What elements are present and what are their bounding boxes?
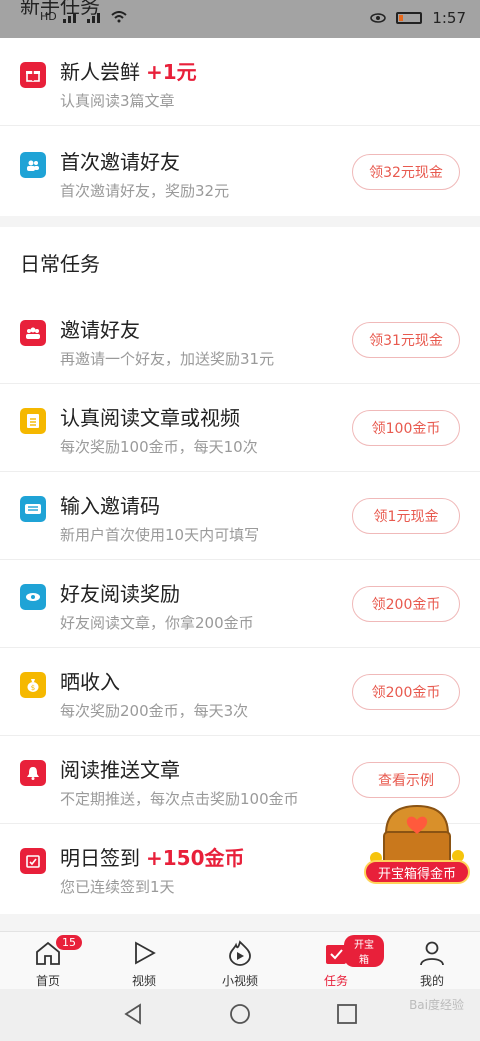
watermark: Bai度经验 (409, 998, 464, 1012)
back-icon[interactable] (122, 1003, 144, 1025)
play-icon (135, 941, 156, 965)
task-subtitle: 首次邀请好友，奖励32元 (60, 182, 230, 200)
daily-tasks-heading: 日常任务 (20, 252, 100, 276)
task-subtitle: 新用户首次使用10天内可填写 (60, 526, 260, 544)
claim-100-coins-button[interactable]: 领100金币 (352, 410, 460, 446)
tab-label: 任务 (323, 974, 348, 988)
task-title: 好友阅读奖励 (60, 582, 180, 606)
task-title: 邀请好友 (60, 318, 140, 342)
bottom-tab-bar: 15 首页 视频 小视频 开宝箱 任务 我的 (0, 931, 480, 989)
home-circle-icon[interactable] (229, 1003, 251, 1025)
task-subtitle: 好友阅读文章，你拿200金币 (60, 614, 254, 632)
task-title: 新人尝鲜 +1元 (60, 60, 197, 84)
task-title: 认真阅读文章或视频 (60, 406, 240, 430)
tab-video[interactable]: 视频 (96, 932, 192, 990)
bell-icon (20, 760, 46, 786)
task-row-invite-friends[interactable]: 邀请好友 再邀请一个好友，加送奖励31元 领31元现金 (0, 296, 480, 384)
ticket-icon (20, 496, 46, 522)
task-row-first-invite[interactable]: 首次邀请好友 首次邀请好友，奖励32元 领32元现金 (0, 126, 480, 216)
task-subtitle: 您已连续签到1天 (60, 878, 175, 896)
task-row-share-income[interactable]: $ 晒收入 每次奖励200金币，每天3次 领200金币 (0, 648, 480, 736)
claim-200-coins-button[interactable]: 领200金币 (352, 586, 460, 622)
moneybag-icon: $ (20, 672, 46, 698)
view-example-button[interactable]: 查看示例 (352, 762, 460, 798)
tab-label: 首页 (35, 974, 60, 988)
task-title: 明日签到 +150金币 (60, 846, 245, 870)
task-row-friend-reading[interactable]: 好友阅读奖励 好友阅读文章，你拿200金币 领200金币 (0, 560, 480, 648)
signal-icon (62, 12, 76, 23)
hd-badge: HD (40, 10, 57, 23)
treasure-badge: 开宝箱 (344, 935, 384, 967)
treasure-label: 开宝箱得金币 (364, 860, 470, 884)
task-title: 输入邀请码 (60, 494, 160, 518)
task-title: 首次邀请好友 (60, 150, 180, 174)
clock: 1:57 (432, 9, 466, 27)
task-subtitle: 不定期推送，每次点击奖励100金币 (60, 790, 299, 808)
tab-profile[interactable]: 我的 (384, 932, 480, 990)
eye-icon (370, 13, 387, 23)
gift-icon (20, 62, 46, 88)
task-row-invite-code[interactable]: 输入邀请码 新用户首次使用10天内可填写 领1元现金 (0, 472, 480, 560)
claim-32-cash-button[interactable]: 领32元现金 (352, 154, 460, 190)
group-icon (20, 320, 46, 346)
task-title: 晒收入 (60, 670, 120, 694)
signal-icon (86, 12, 100, 23)
calendar-icon (20, 848, 46, 874)
reward-amount: +150金币 (146, 846, 245, 870)
flame-play-icon (229, 940, 251, 966)
task-row-newbie-trial[interactable]: 新人尝鲜 +1元 认真阅读3篇文章 (0, 38, 480, 126)
task-title: 阅读推送文章 (60, 758, 180, 782)
tab-label: 我的 (419, 974, 444, 988)
newbie-task-card: 新人尝鲜 +1元 认真阅读3篇文章 首次邀请好友 首次邀请好友，奖励32元 领32… (0, 38, 480, 216)
tab-home[interactable]: 15 首页 (0, 932, 96, 990)
claim-200-coins-button[interactable]: 领200金币 (352, 674, 460, 710)
tab-label: 小视频 (221, 974, 258, 988)
task-row-read-articles[interactable]: 认真阅读文章或视频 每次奖励100金币，每天10次 领100金币 (0, 384, 480, 472)
tab-short-video[interactable]: 小视频 (192, 932, 288, 990)
user-icon (420, 941, 444, 966)
task-subtitle: 每次奖励100金币，每天10次 (60, 438, 258, 456)
tab-tasks[interactable]: 开宝箱 任务 (288, 932, 384, 990)
task-subtitle: 认真阅读3篇文章 (60, 92, 175, 110)
task-subtitle: 再邀请一个好友，加送奖励31元 (60, 350, 275, 368)
battery-icon (396, 12, 423, 24)
tab-label: 视频 (131, 974, 156, 988)
status-right: 1:57 (370, 9, 466, 27)
treasure-chest-button[interactable]: 开宝箱得金币 (364, 800, 470, 892)
claim-31-cash-button[interactable]: 领31元现金 (352, 322, 460, 358)
recents-icon[interactable] (336, 1003, 358, 1025)
document-icon (20, 408, 46, 434)
system-nav-bar (0, 989, 480, 1041)
eye-icon (20, 584, 46, 610)
unread-count-badge: 15 (56, 935, 82, 950)
people-icon (20, 152, 46, 178)
status-bar: 新手任务 HD 1:57 (0, 0, 480, 38)
reward-amount: +1元 (146, 60, 197, 84)
wifi-icon (111, 10, 127, 22)
claim-1-cash-button[interactable]: 领1元现金 (352, 498, 460, 534)
svg-text:$: $ (31, 684, 35, 692)
task-subtitle: 每次奖励200金币，每天3次 (60, 702, 249, 720)
signal-indicators: HD (40, 10, 127, 23)
